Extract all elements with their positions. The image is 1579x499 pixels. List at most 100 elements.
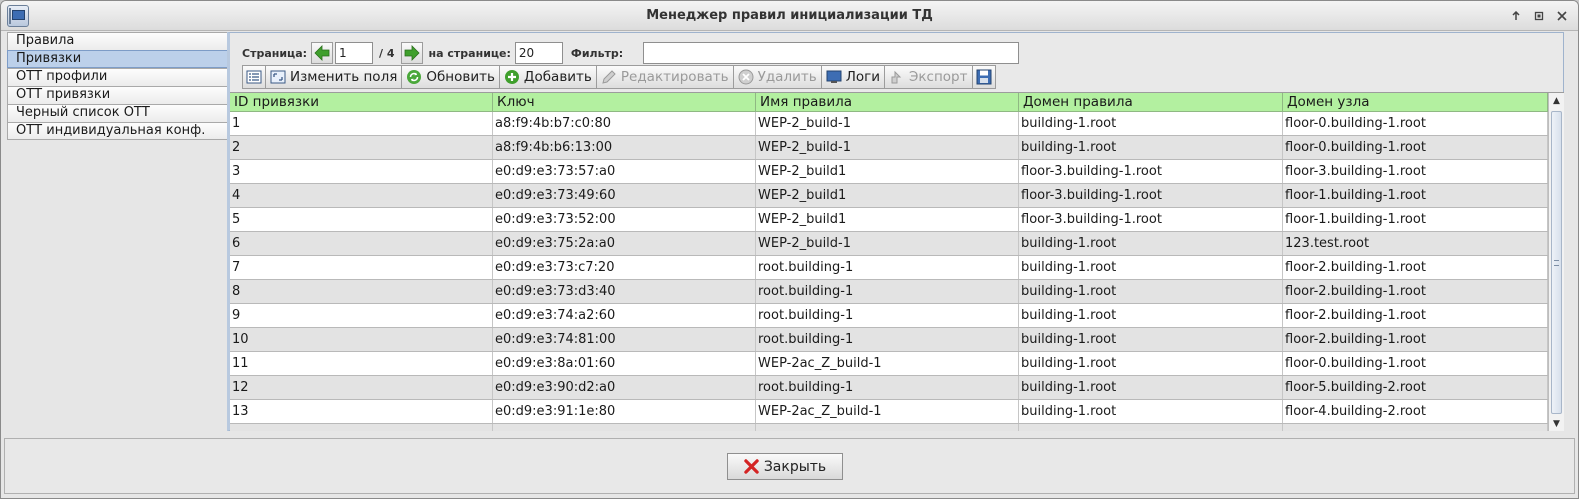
maximize-icon[interactable]	[1529, 6, 1549, 26]
cell-binding-id: 5	[230, 208, 493, 231]
list-icon	[246, 69, 262, 85]
cell-key: e0:d9:e3:73:57:a0	[493, 160, 756, 183]
bindings-table: ID привязки Ключ Имя правила Домен прави…	[230, 92, 1564, 431]
table-row[interactable]: 9 e0:d9:e3:74:a2:60 root.building-1 buildin…	[230, 304, 1548, 328]
vertical-scrollbar[interactable]: ▲ ▼	[1548, 93, 1564, 431]
window-title: Менеджер правил инициализации ТД	[646, 8, 933, 23]
fields-icon	[270, 69, 286, 85]
refresh-label: Обновить	[426, 69, 495, 85]
add-button[interactable]: Добавить	[499, 65, 597, 89]
cell-rule-name: root.building-1	[756, 328, 1019, 351]
cell-binding-id: 4	[230, 184, 493, 207]
next-page-button[interactable]	[400, 42, 423, 64]
arrow-left-icon	[314, 45, 330, 61]
minimize-icon[interactable]	[1506, 6, 1526, 26]
cell-key: e0:d9:e3:73:49:60	[493, 184, 756, 207]
logs-button[interactable]: Логи	[821, 65, 885, 89]
cell-rule-domain: building-1.root	[1019, 376, 1283, 399]
edit-fields-button[interactable]: Изменить поля	[266, 65, 403, 89]
table-row[interactable]: 5 e0:d9:e3:73:52:00 WEP-2_build1 floor-3.bu…	[230, 208, 1548, 232]
cell-rule-name: WEP-2_build1	[756, 160, 1019, 183]
scroll-up-icon[interactable]: ▲	[1549, 93, 1564, 109]
per-page-label: на странице:	[428, 46, 511, 60]
delete-button[interactable]: Удалить	[733, 65, 822, 89]
cell-key: e0:d9:e3:73:d3:40	[493, 280, 756, 303]
refresh-icon	[406, 69, 422, 85]
cell-rule-domain: building-1.root	[1019, 400, 1283, 423]
cell-node-domain: 123.test.root	[1283, 232, 1548, 255]
cell-rule-domain: building-1.root	[1019, 352, 1283, 375]
cell-key: e0:d9:e3:90:d2:a0	[493, 376, 756, 399]
table-row[interactable]: 8 e0:d9:e3:73:d3:40 root.building-1 buildin…	[230, 280, 1548, 304]
per-page-input[interactable]: 20	[514, 42, 563, 64]
table-row[interactable]: 1 a8:f9:4b:b7:c0:80 WEP-2_build-1 building-…	[230, 112, 1548, 136]
table-row[interactable]: 13 e0:d9:e3:91:1e:80 WEP-2ac_Z_build-1 buil…	[230, 400, 1548, 424]
table-row[interactable]: 12 e0:d9:e3:90:d2:a0 root.building-1 buildi…	[230, 376, 1548, 400]
nav-item-ott-bindings[interactable]: ОТТ привязки	[7, 86, 228, 104]
table-row[interactable]: 4 e0:d9:e3:73:49:60 WEP-2_build1 floor-3.bu…	[230, 184, 1548, 208]
cell-rule-domain: building-1.root	[1019, 232, 1283, 255]
scroll-down-icon[interactable]: ▼	[1549, 416, 1564, 431]
table-row-partial[interactable]	[230, 424, 1548, 431]
table-row[interactable]: 11 e0:d9:e3:8a:01:60 WEP-2ac_Z_build-1 buil…	[230, 352, 1548, 376]
nav-item-bindings[interactable]: Привязки	[7, 50, 228, 68]
add-label: Добавить	[523, 69, 592, 85]
cell-binding-id: 8	[230, 280, 493, 303]
cell-key: e0:d9:e3:73:c7:20	[493, 256, 756, 279]
cell-key: a8:f9:4b:b6:13:00	[493, 136, 756, 159]
column-header-rule-name[interactable]: Имя правила	[756, 93, 1019, 112]
prev-page-button[interactable]	[311, 42, 334, 64]
cell-rule-domain: building-1.root	[1019, 136, 1283, 159]
refresh-button[interactable]: Обновить	[402, 65, 500, 89]
cell-node-domain: floor-1.building-1.root	[1283, 208, 1548, 231]
columns-button[interactable]	[242, 65, 266, 89]
left-nav: Правила Привязки ОТТ профили ОТТ привязк…	[7, 32, 228, 140]
table-row[interactable]: 10 e0:d9:e3:74:81:00 root.building-1 buildi…	[230, 328, 1548, 352]
column-header-node-domain[interactable]: Домен узла	[1283, 93, 1548, 112]
table-row[interactable]: 6 e0:d9:e3:75:2a:a0 WEP-2_build-1 building-…	[230, 232, 1548, 256]
cell-rule-domain: floor-3.building-1.root	[1019, 184, 1283, 207]
add-icon	[504, 69, 520, 85]
nav-item-ott-profiles[interactable]: ОТТ профили	[7, 68, 228, 86]
cell-key: e0:d9:e3:91:1e:80	[493, 400, 756, 423]
cell-rule-name: WEP-2_build-1	[756, 112, 1019, 135]
cell-node-domain: floor-1.building-1.root	[1283, 184, 1548, 207]
logs-label: Логи	[845, 69, 880, 85]
nav-item-ott-individual-config[interactable]: ОТТ индивидуальная конф.	[7, 122, 228, 140]
delete-icon	[738, 69, 754, 85]
cell-key: e0:d9:e3:75:2a:a0	[493, 232, 756, 255]
close-x-icon	[744, 459, 759, 474]
cell-rule-domain: building-1.root	[1019, 328, 1283, 351]
close-window-icon[interactable]	[1552, 6, 1572, 26]
page-input[interactable]: 1	[335, 42, 374, 64]
close-label: Закрыть	[763, 458, 827, 475]
close-button[interactable]: Закрыть	[727, 453, 843, 480]
cell-key: e0:d9:e3:73:52:00	[493, 208, 756, 231]
nav-item-ott-blacklist[interactable]: Черный список ОТТ	[7, 104, 228, 122]
table-row[interactable]: 7 e0:d9:e3:73:c7:20 root.building-1 buildin…	[230, 256, 1548, 280]
filter-input[interactable]	[643, 42, 1020, 64]
column-header-key[interactable]: Ключ	[493, 93, 756, 112]
scroll-thumb[interactable]	[1551, 111, 1562, 414]
table-row[interactable]: 3 e0:d9:e3:73:57:a0 WEP-2_build1 floor-3.bu…	[230, 160, 1548, 184]
column-header-binding-id[interactable]: ID привязки	[230, 93, 493, 112]
save-button[interactable]	[972, 65, 996, 89]
cell-rule-domain: building-1.root	[1019, 256, 1283, 279]
cell-binding-id: 9	[230, 304, 493, 327]
column-header-rule-domain[interactable]: Домен правила	[1019, 93, 1283, 112]
delete-label: Удалить	[757, 69, 817, 85]
cell-node-domain: floor-2.building-1.root	[1283, 304, 1548, 327]
nav-item-rules[interactable]: Правила	[7, 32, 228, 50]
table-header: ID привязки Ключ Имя правила Домен прави…	[230, 93, 1548, 112]
cell-rule-domain: floor-3.building-1.root	[1019, 208, 1283, 231]
title-bar[interactable]: Менеджер правил инициализации ТД	[1, 1, 1578, 31]
filter-label: Фильтр:	[570, 46, 624, 60]
export-button[interactable]: Экспорт	[884, 65, 973, 89]
cell-rule-name: WEP-2_build-1	[756, 232, 1019, 255]
cell-binding-id: 2	[230, 136, 493, 159]
cell-node-domain: floor-2.building-1.root	[1283, 328, 1548, 351]
export-icon	[889, 69, 905, 85]
table-row[interactable]: 2 a8:f9:4b:b6:13:00 WEP-2_build-1 building-…	[230, 136, 1548, 160]
edit-button[interactable]: Редактировать	[596, 65, 734, 89]
app-window: Менеджер правил инициализации ТД Правила…	[0, 0, 1579, 499]
